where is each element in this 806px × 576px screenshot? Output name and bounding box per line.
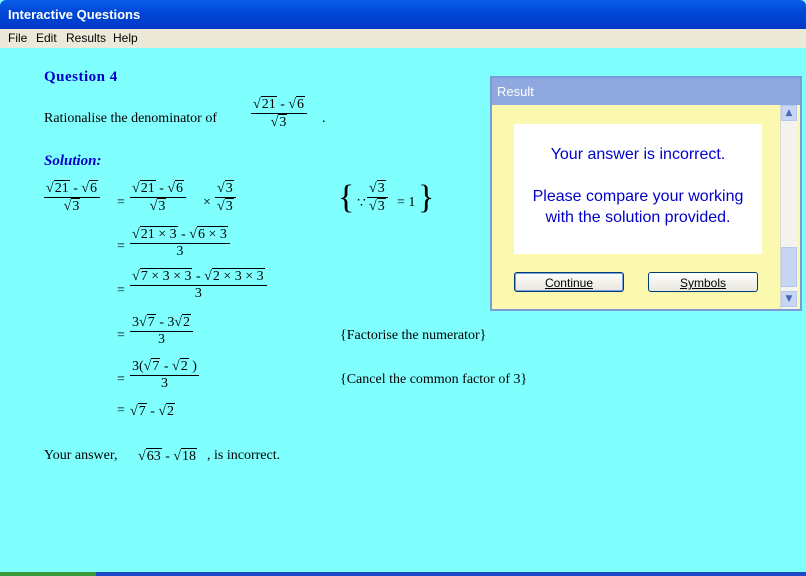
solution-step4: 3√7 - 3√2 3	[130, 314, 194, 348]
since-fraction: √3 √3	[367, 180, 388, 215]
solution-step1-a: √21 - √6 √3	[130, 180, 187, 215]
solution-heading: Solution:	[44, 153, 102, 169]
symbols-button[interactable]: Symbols	[648, 272, 758, 292]
title-bar: Interactive Questions	[0, 0, 806, 29]
question-heading: Question 4	[44, 69, 118, 85]
dialog-title: Result	[497, 84, 534, 99]
equals-sign: =	[117, 239, 125, 254]
solution-step5: 3(√7 - √2 ) 3	[130, 358, 199, 391]
taskbar-strip	[0, 572, 806, 576]
window-title: Interactive Questions	[8, 7, 141, 22]
answer-suffix: , is incorrect.	[207, 448, 281, 463]
scroll-up-icon[interactable]: ▲	[781, 105, 797, 121]
menu-edit[interactable]: Edit	[36, 31, 57, 45]
brace-close: }	[418, 179, 435, 216]
question-prompt: Rationalise the denominator of	[44, 111, 218, 126]
equals-sign: =	[117, 283, 125, 298]
message-incorrect: Your answer is incorrect.	[550, 146, 726, 163]
equals-sign: =	[117, 195, 125, 210]
answer-prefix: Your answer,	[44, 448, 118, 463]
message-box: Your answer is incorrect. Please compare…	[514, 124, 762, 254]
solution-step3: √7 × 3 × 3 - √2 × 3 × 3 3	[130, 268, 267, 302]
dialog-scrollbar[interactable]: ▲ ▼	[780, 105, 798, 309]
equals-sign: =	[117, 403, 125, 418]
app-window: Interactive Questions File Edit Results …	[0, 0, 806, 576]
message-compare-2: with the solution provided.	[545, 209, 731, 226]
message-compare-1: Please compare your working	[532, 188, 744, 205]
question-fraction: √21 - √6 √3	[251, 96, 308, 131]
start-strip	[0, 572, 96, 576]
result-dialog: Result Your answer is incorrect. Please …	[490, 76, 802, 311]
solution-step2: √21 × 3 - √6 × 3 3	[130, 226, 230, 260]
equals-sign: =	[117, 328, 125, 343]
scroll-down-icon[interactable]: ▼	[781, 291, 797, 307]
menu-file[interactable]: File	[8, 31, 27, 45]
solution-result: √7 - √2	[130, 403, 176, 419]
dialog-title-bar[interactable]: Result	[492, 78, 800, 105]
menu-bar: File Edit Results Help	[0, 29, 806, 49]
since-equals-one: = 1	[397, 195, 416, 210]
menu-results[interactable]: Results	[66, 31, 106, 45]
note-factorise: {Factorise the numerator}	[340, 328, 487, 343]
since-symbol: ∵	[357, 196, 366, 211]
note-cancel: {Cancel the common factor of 3}	[340, 372, 528, 387]
scroll-thumb[interactable]	[781, 247, 797, 287]
equals-sign: =	[117, 372, 125, 387]
question-period: .	[322, 111, 326, 126]
solution-lhs: √21 - √6 √3	[44, 180, 101, 215]
answer-expression: √63 - √18	[138, 448, 198, 464]
solution-step1-b: √3 √3	[215, 180, 236, 215]
menu-help[interactable]: Help	[113, 31, 138, 45]
brace-open: {	[338, 179, 355, 216]
continue-button[interactable]: Continue	[514, 272, 624, 292]
times-sign: ×	[203, 195, 211, 210]
